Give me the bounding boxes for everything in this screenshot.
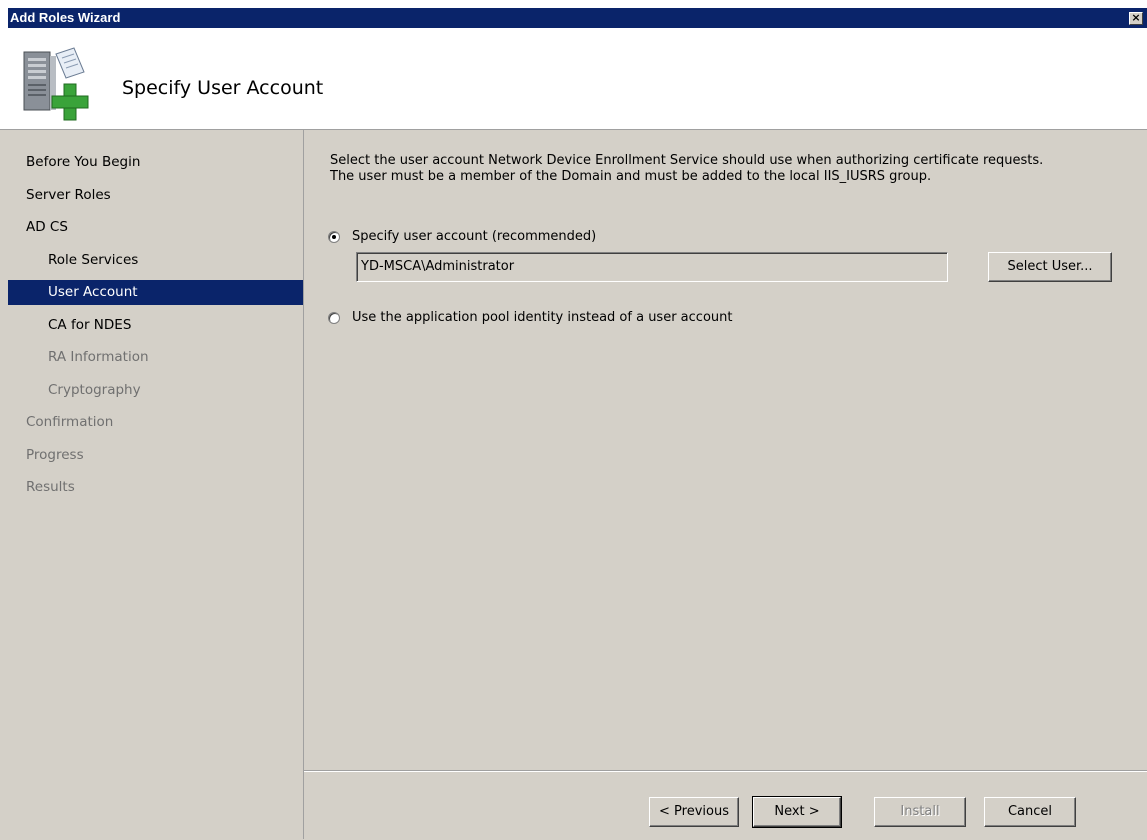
wizard-footer: < Previous Next > Install Cancel bbox=[304, 770, 1147, 840]
server-add-icon bbox=[23, 47, 89, 121]
nav-item-before-you-begin[interactable]: Before You Begin bbox=[8, 150, 303, 175]
description-line-2: The user must be a member of the Domain … bbox=[330, 169, 932, 184]
page-title: Specify User Account bbox=[122, 77, 324, 99]
description: Select the user account Network Device E… bbox=[330, 153, 1140, 185]
specify-user-option[interactable]: Specify user account (recommended) bbox=[328, 229, 596, 244]
nav-item-ca-for-ndes[interactable]: CA for NDES bbox=[8, 313, 303, 338]
title-bar-strip bbox=[8, 8, 1147, 28]
install-button: Install bbox=[874, 797, 966, 827]
wizard-header: Specify User Account bbox=[0, 36, 1147, 130]
title-bar: Add Roles Wizard × bbox=[0, 0, 1147, 36]
nav-item-server-roles[interactable]: Server Roles bbox=[8, 183, 303, 208]
app-pool-radio[interactable] bbox=[328, 311, 340, 324]
specify-user-radio[interactable] bbox=[328, 230, 340, 243]
nav-item-cryptography: Cryptography bbox=[48, 382, 141, 398]
specify-user-label[interactable]: Specify user account (recommended) bbox=[352, 229, 596, 244]
select-user-button[interactable]: Select User... bbox=[988, 252, 1112, 282]
nav-item-ad-cs[interactable]: AD CS bbox=[8, 215, 303, 240]
app-pool-label[interactable]: Use the application pool identity instea… bbox=[352, 310, 732, 325]
app-pool-option[interactable]: Use the application pool identity instea… bbox=[328, 310, 732, 325]
wizard-steps-nav: Before You Begin Server Roles AD CS Role… bbox=[8, 130, 304, 839]
previous-button[interactable]: < Previous bbox=[649, 797, 739, 827]
close-icon: × bbox=[1131, 11, 1141, 24]
main-panel: Select the user account Network Device E… bbox=[304, 130, 1147, 770]
window-title: Add Roles Wizard bbox=[10, 10, 121, 25]
user-account-field: YD-MSCA\Administrator bbox=[356, 252, 948, 282]
nav-item-progress: Progress bbox=[26, 447, 84, 463]
close-button[interactable]: × bbox=[1129, 12, 1143, 25]
nav-item-results: Results bbox=[26, 479, 75, 495]
cancel-button[interactable]: Cancel bbox=[984, 797, 1076, 827]
nav-item-user-account[interactable]: User Account bbox=[8, 280, 303, 305]
nav-item-confirmation: Confirmation bbox=[26, 414, 114, 430]
next-button[interactable]: Next > bbox=[752, 796, 842, 828]
nav-item-role-services[interactable]: Role Services bbox=[8, 248, 303, 273]
description-line-1: Select the user account Network Device E… bbox=[330, 153, 1044, 168]
nav-item-ra-information: RA Information bbox=[48, 349, 149, 365]
